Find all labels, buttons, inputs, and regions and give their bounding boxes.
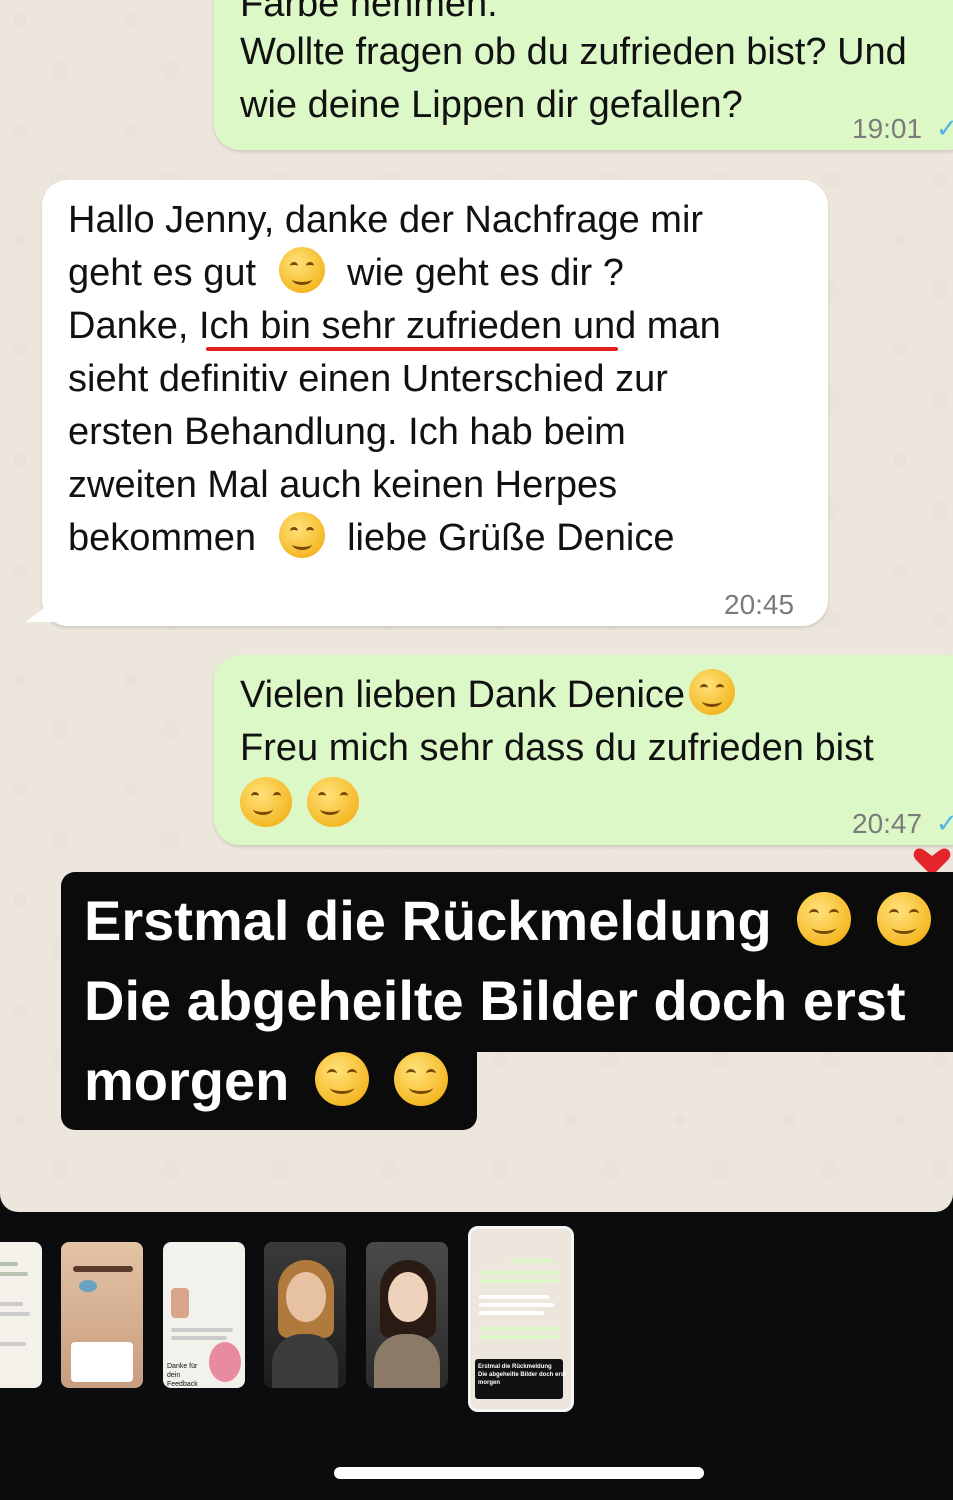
caption-text: Die abgeheilte Bilder doch erst — [84, 969, 906, 1032]
story-thumbnail[interactable] — [0, 1242, 42, 1388]
story-thumbnail-strip: Danke für dein Feedback Erstmal die Rück… — [0, 1226, 953, 1412]
story-canvas: Farbe nehmen. Wollte fragen ob du zufrie… — [0, 0, 953, 1212]
message-text: Hallo Jenny, danke der Nachfrage mir — [68, 199, 704, 241]
message-text: zweiten Mal auch keinen Herpes — [68, 464, 618, 506]
message-text: sieht definitiv einen Unterschied zur — [68, 358, 668, 400]
message-time: 20:47 — [852, 808, 923, 839]
story-thumbnail-current[interactable]: Erstmal die Rückmeldung Die abgeheilte B… — [468, 1226, 574, 1412]
outgoing-message-bubble: Farbe nehmen. Wollte fragen ob du zufrie… — [214, 0, 953, 150]
bubble-tail — [26, 600, 54, 622]
message-text: ersten Behandlung. Ich hab beim — [68, 411, 626, 453]
message-text-part: wie geht es dir ? — [347, 252, 624, 294]
message-text-part: liebe Grüße Denice — [347, 517, 675, 559]
message-text: Wollte fragen ob du zufrieden bist? Und — [240, 31, 907, 73]
hugging-face-emoji-icon — [306, 777, 359, 827]
read-check-icon: ✓ — [936, 808, 953, 838]
message-text: wie deine Lippen dir gefallen? — [240, 84, 743, 126]
caption-text: Erstmal die Rückmeldung — [84, 888, 931, 953]
message-time: 20:45 — [724, 589, 795, 620]
message-text: Danke, Ich bin sehr zufrieden und man — [68, 305, 721, 347]
story-thumbnail[interactable] — [264, 1242, 346, 1388]
home-indicator[interactable] — [334, 1467, 704, 1479]
smile-emoji-icon — [689, 669, 736, 715]
message-time: 19:01 — [852, 113, 923, 144]
message-text: Vielen lieben Dank Denice — [240, 669, 736, 722]
thumbnail-caption: Erstmal die Rückmeldung Die abgeheilte B… — [478, 1363, 566, 1387]
blush-smile-emoji-icon — [278, 247, 325, 293]
thumbnail-label: Danke für dein Feedback — [167, 1363, 198, 1388]
caption-text-part: Erstmal die Rückmeldung — [84, 889, 772, 952]
hugging-face-emoji-icon — [240, 777, 292, 827]
smile-emoji-icon — [876, 892, 931, 946]
story-thumbnail[interactable] — [366, 1242, 448, 1388]
caption-text-part: morgen — [84, 1049, 290, 1112]
smile-emoji-icon — [394, 1052, 449, 1106]
thumbnail-caption-line: morgen — [478, 1380, 501, 1386]
story-thumbnail[interactable]: Danke für dein Feedback — [163, 1242, 245, 1388]
message-text-part: Vielen lieben Dank Denice — [240, 674, 686, 716]
incoming-message-bubble: Hallo Jenny, danke der Nachfrage mir geh… — [42, 180, 828, 626]
hug-emojis — [240, 777, 359, 834]
outgoing-message-bubble: Vielen lieben Dank Denice Freu mich sehr… — [214, 655, 953, 845]
message-text-part: geht es gut — [68, 252, 257, 294]
caption-text: morgen — [84, 1048, 449, 1113]
story-thumbnail[interactable] — [61, 1242, 143, 1388]
message-text-part: bekommen — [68, 517, 256, 559]
red-underline-annotation — [206, 347, 618, 351]
message-text: bekommen liebe Grüße Denice — [68, 512, 675, 565]
message-text: Freu mich sehr dass du zufrieden bist — [240, 727, 874, 769]
blush-smile-emoji-icon — [278, 512, 325, 558]
smile-emoji-icon — [797, 892, 852, 946]
read-check-icon: ✓ — [936, 113, 953, 143]
message-text: geht es gut wie geht es dir ? — [68, 247, 624, 300]
thumbnail-caption-line: Die abgeheilte Bilder doch erst — [478, 1372, 567, 1378]
thumbnail-caption-line: Erstmal die Rückmeldung — [478, 1364, 552, 1370]
smile-emoji-icon — [314, 1052, 369, 1106]
